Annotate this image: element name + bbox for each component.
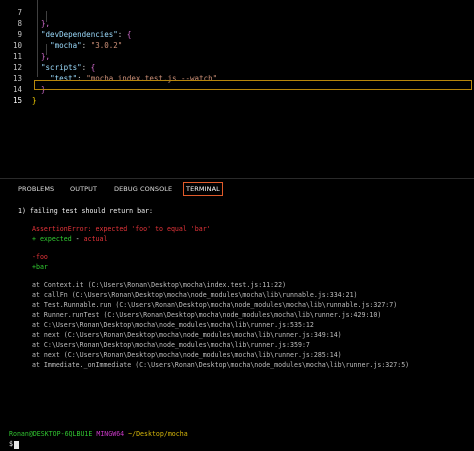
tab-debug-console[interactable]: DEBUG CONSOLE [114,183,172,195]
diff-expected-line: +bar [32,263,48,271]
editor-line[interactable]: 11 "scripts": { [0,40,474,72]
prompt-user-host: Ronan@DESKTOP-6QLBU1E [9,430,93,438]
line-number: 15 [12,96,22,105]
diff-legend-separator: - [71,235,84,243]
stack-frame: at callFn (C:\Users\Ronan\Desktop\mocha\… [32,291,358,299]
vscode-window: 7 }, 8 "devDependencies": { 9 "mocha": "… [0,0,474,451]
terminal-cursor [14,441,19,449]
shell-prompt: Ronan@DESKTOP-6QLBU1E MINGW64 ~/Desktop/… [9,430,474,439]
stack-frame: at next (C:\Users\Ronan\Desktop\mocha\no… [32,331,342,339]
editor-line[interactable]: 9 "mocha": "3.0.2" [0,18,474,50]
editor-line[interactable]: 7 }, [0,0,474,28]
panel-tab-bar: PROBLEMS OUTPUT DEBUG CONSOLE TERMINAL [0,179,474,199]
tab-terminal[interactable]: TERMINAL [183,182,223,196]
stack-frame: at C:\Users\Ronan\Desktop\mocha\node_mod… [32,321,314,329]
diff-legend: + expected - actual [32,235,474,244]
tab-problems[interactable]: PROBLEMS [18,183,54,195]
stack-frame: at Context.it (C:\Users\Ronan\Desktop\mo… [32,281,287,289]
editor-line[interactable]: 10 }, [0,29,474,61]
prompt-symbol: $ [9,440,13,448]
stack-frame: at C:\Users\Ronan\Desktop\mocha\node_mod… [32,341,310,349]
line-code: } [32,96,37,105]
tab-output[interactable]: OUTPUT [70,183,97,195]
terminal-output[interactable]: 1) failing test should return bar: Asser… [0,199,474,451]
stack-frame: at Test.Runnable.run (C:\Users\Ronan\Des… [32,301,398,309]
code-editor[interactable]: 7 }, 8 "devDependencies": { 9 "mocha": "… [0,0,474,178]
stack-frame: at Immediate._onImmediate (C:\Users\Rona… [32,361,410,369]
failing-test-title: 1) failing test should return bar: [18,207,153,215]
stack-frame: at Runner.runTest (C:\Users\Ronan\Deskto… [32,311,382,319]
prompt-path: ~/Desktop/mocha [128,430,188,438]
stack-frame: at next (C:\Users\Ronan\Desktop\mocha\no… [32,351,342,359]
diff-legend-actual: actual [83,235,108,243]
diff-legend-expected: + expected [32,235,72,243]
editor-line[interactable]: 13 } [0,62,474,94]
current-line-highlight [34,80,472,90]
editor-line[interactable]: 12 "test": "mocha index.test.js --watch" [0,51,474,83]
assertion-error: AssertionError: expected 'foo' to equal … [32,225,211,233]
prompt-system: MINGW64 [96,430,125,438]
diff-actual-line: -foo [32,253,48,261]
editor-line[interactable]: 8 "devDependencies": { [0,7,474,39]
